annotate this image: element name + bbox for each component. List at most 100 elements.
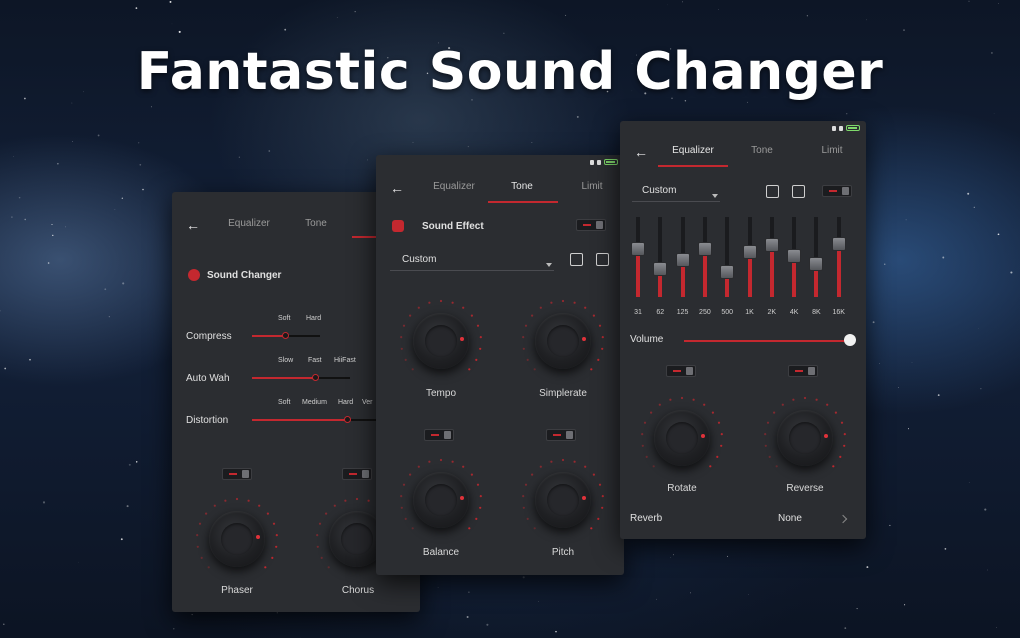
eq-band-handle[interactable] xyxy=(809,256,824,271)
eq-band[interactable]: 2K xyxy=(764,217,779,316)
compress-slider-thumb[interactable] xyxy=(282,332,289,339)
reverse-knob[interactable] xyxy=(760,393,850,483)
equalizer-toggle[interactable] xyxy=(822,185,852,197)
eq-band[interactable]: 62 xyxy=(653,217,668,316)
star xyxy=(97,134,100,137)
auto-wah-option: Slow xyxy=(278,357,294,364)
volume-slider-thumb[interactable] xyxy=(844,334,856,346)
eq-band-handle[interactable] xyxy=(653,261,668,276)
knob-tick xyxy=(720,444,723,447)
star xyxy=(178,30,181,33)
tempo-knob[interactable] xyxy=(396,296,486,386)
knob-tick xyxy=(592,473,595,476)
edit-icon[interactable] xyxy=(596,253,609,266)
preset-dropdown[interactable]: Custom xyxy=(390,253,554,271)
knob-tick xyxy=(843,433,846,436)
star xyxy=(150,106,152,108)
eq-band-handle[interactable] xyxy=(742,244,757,259)
star xyxy=(993,113,995,114)
balance-toggle[interactable] xyxy=(424,429,454,441)
star xyxy=(72,141,73,142)
knob-tick xyxy=(320,556,323,559)
tab-limit[interactable]: Limit xyxy=(572,181,612,192)
knob-tick xyxy=(468,368,471,371)
eq-band[interactable]: 500 xyxy=(720,217,735,316)
star xyxy=(486,623,489,626)
phaser-knob[interactable] xyxy=(192,494,282,584)
eq-band-handle[interactable] xyxy=(720,264,735,279)
tab-equalizer[interactable]: Equalizer xyxy=(426,181,482,192)
knob-tick xyxy=(680,396,684,400)
eq-band-handle[interactable] xyxy=(787,248,802,263)
eq-band[interactable]: 4K xyxy=(787,217,802,316)
star xyxy=(889,524,891,526)
eq-band-handle[interactable] xyxy=(764,238,779,253)
eq-band-handle[interactable] xyxy=(831,236,846,251)
section-title: Sound Changer xyxy=(207,270,282,281)
sound-effect-toggle[interactable] xyxy=(576,219,606,231)
knob-tick xyxy=(716,455,719,458)
knob-tick xyxy=(404,358,407,361)
star xyxy=(911,362,913,363)
tab-equalizer[interactable]: Equalizer xyxy=(224,218,274,229)
compress-option: Soft xyxy=(278,315,291,322)
knob-tick xyxy=(598,483,602,486)
save-icon[interactable] xyxy=(570,253,583,266)
tab-bar: ← Equalizer Tone Limit xyxy=(376,173,624,203)
star xyxy=(987,569,988,571)
tab-tone[interactable]: Tone xyxy=(500,181,544,192)
auto-wah-slider-thumb[interactable] xyxy=(312,374,319,381)
eq-band[interactable]: 16K xyxy=(831,217,846,316)
star xyxy=(565,14,567,16)
preset-dropdown[interactable]: Custom xyxy=(632,184,720,202)
edit-icon[interactable] xyxy=(792,185,805,198)
chorus-toggle[interactable] xyxy=(342,468,372,480)
back-arrow-icon[interactable]: ← xyxy=(634,145,648,159)
pitch-toggle[interactable] xyxy=(546,429,576,441)
eq-band[interactable]: 8K xyxy=(809,217,824,316)
knob-tick xyxy=(709,465,712,468)
tab-equalizer[interactable]: Equalizer xyxy=(664,145,722,156)
tab-limit[interactable]: Limit xyxy=(812,145,852,156)
knob-tick xyxy=(439,458,443,462)
pitch-knob[interactable] xyxy=(518,455,608,545)
back-arrow-icon[interactable]: ← xyxy=(186,218,200,232)
star xyxy=(968,0,970,2)
star xyxy=(138,142,140,144)
knob-tick xyxy=(224,499,227,502)
knob-tick xyxy=(476,324,480,327)
status-bar xyxy=(832,121,860,135)
eq-band-handle[interactable] xyxy=(697,242,712,257)
star xyxy=(64,226,66,228)
tab-tone[interactable]: Tone xyxy=(742,145,782,156)
eq-band-handle[interactable] xyxy=(631,242,645,257)
phaser-toggle[interactable] xyxy=(222,468,252,480)
star xyxy=(367,159,368,161)
rotate-toggle[interactable] xyxy=(666,365,696,377)
eq-band[interactable]: 250 xyxy=(697,217,712,316)
star xyxy=(944,548,947,550)
simplerate-knob[interactable] xyxy=(518,296,608,386)
eq-band[interactable]: 125 xyxy=(675,217,690,316)
eq-band-handle[interactable] xyxy=(675,253,690,268)
preset-value: Custom xyxy=(402,254,437,265)
volume-slider-fill xyxy=(684,340,850,342)
knob-tick xyxy=(590,527,593,530)
reverb-row[interactable]: Reverb None xyxy=(620,507,866,533)
compress-option: Hard xyxy=(306,315,322,322)
eq-band[interactable]: 31 xyxy=(631,217,645,316)
eq-band-frequency: 2K xyxy=(767,309,777,316)
star xyxy=(656,598,657,600)
back-arrow-icon[interactable]: ← xyxy=(390,181,404,195)
eq-band[interactable]: 1K xyxy=(742,217,757,316)
reverse-toggle[interactable] xyxy=(788,365,818,377)
balance-knob[interactable] xyxy=(396,455,486,545)
knob-tick xyxy=(531,314,534,317)
rotate-knob[interactable] xyxy=(637,393,727,483)
knob-tick xyxy=(470,473,473,476)
distortion-slider-thumb[interactable] xyxy=(344,416,351,423)
volume-label: Volume xyxy=(630,334,664,345)
tab-tone[interactable]: Tone xyxy=(296,218,336,229)
save-icon[interactable] xyxy=(766,185,779,198)
knob-tick xyxy=(275,545,278,548)
